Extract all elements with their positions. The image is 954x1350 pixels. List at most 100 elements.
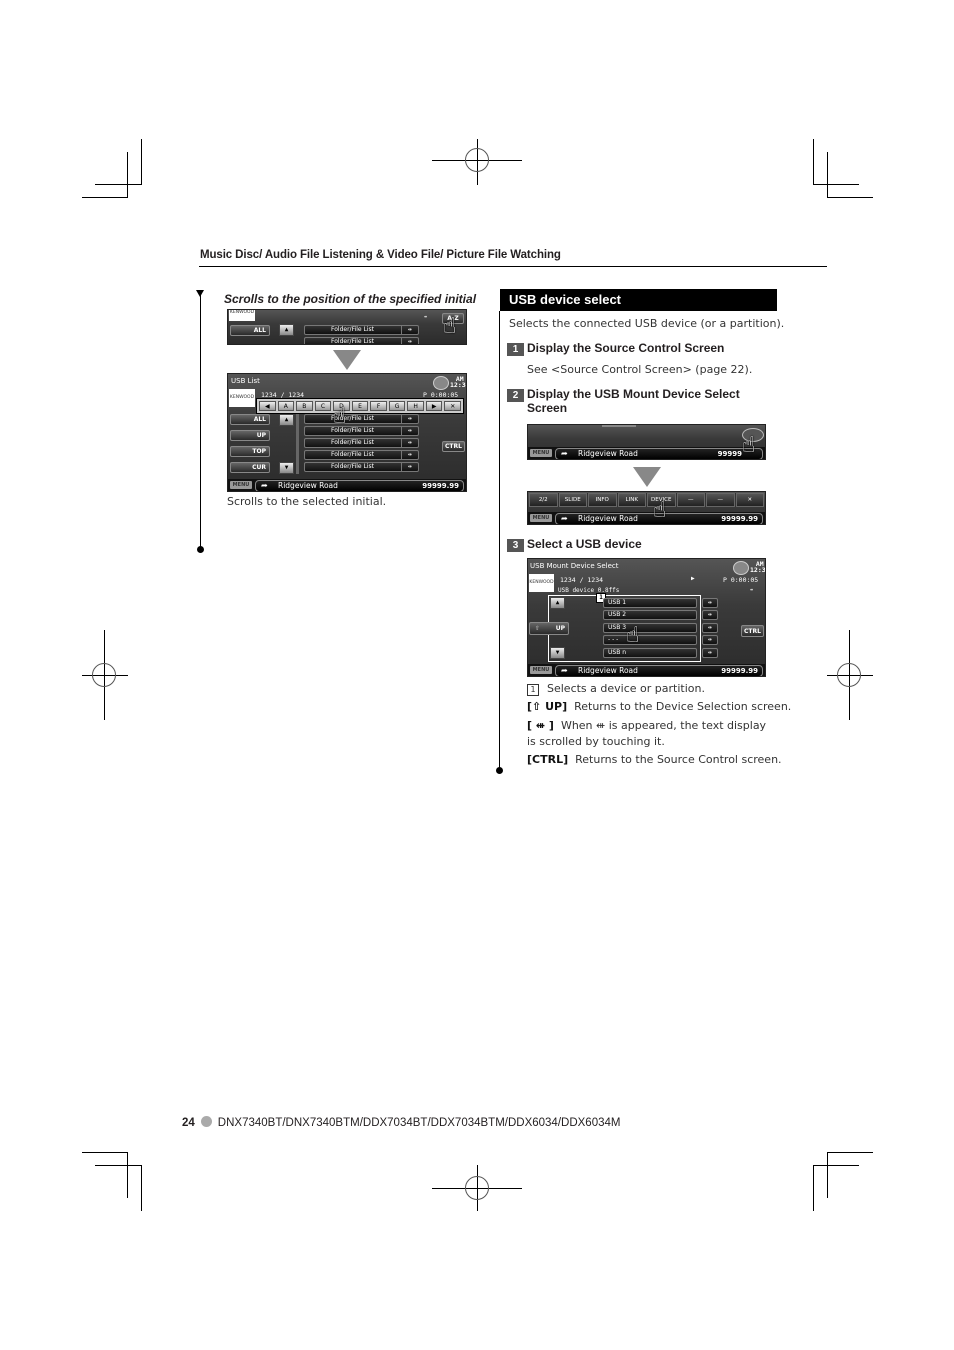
device-item[interactable]: USB 3 (603, 623, 697, 633)
road-name: Ridgeview Road (278, 481, 338, 490)
track-count: 1234 / 1234 (560, 576, 604, 584)
scroll-up-button[interactable]: ▲ (550, 597, 565, 609)
alpha-close-button[interactable]: ✕ (444, 401, 462, 411)
model-list: DNX7340BT/DNX7340BTM/DDX7034BT/DDX7034BT… (217, 1117, 621, 1129)
scroll-text-button[interactable]: ⇺ (702, 610, 718, 620)
clock-icon (433, 376, 449, 390)
touch-hand-icon: ☝ (653, 498, 667, 523)
device-item[interactable]: - - - (603, 635, 697, 645)
device-item[interactable]: USB 1 (603, 598, 697, 608)
menu-button[interactable]: MENU (530, 449, 552, 457)
top-button[interactable]: TOP (230, 446, 270, 457)
tab-indicator (602, 425, 636, 427)
alpha-key-c[interactable]: C (314, 401, 332, 411)
scroll-up-button[interactable]: ▲ (279, 414, 294, 426)
cur-button[interactable]: CUR (230, 462, 270, 473)
all-button[interactable]: ALL (230, 325, 270, 336)
turn-right-icon: ➦ (561, 666, 568, 675)
list-item[interactable]: Folder/File List ⇺ (304, 325, 419, 335)
flow-end-dot-icon (496, 767, 503, 774)
nav-info[interactable]: ➦ Ridgeview Road 99999.99 (255, 480, 464, 491)
device-item[interactable]: USB 2 (603, 610, 697, 620)
alpha-key-a[interactable]: A (277, 401, 295, 411)
list-item[interactable]: Folder/File List ⇺ (304, 414, 419, 424)
device-info: USB device 0.8ffs (558, 587, 620, 594)
step-number: 1 (507, 343, 524, 356)
flow-line (499, 311, 500, 770)
screen-function-bar: 2/2 SLIDE INFO LINK DEVICE — — ✕ MENU ➦ … (527, 491, 766, 525)
alpha-key-h[interactable]: H (407, 401, 424, 411)
play-time: P 0:00:05 (723, 576, 759, 584)
list-item[interactable]: Folder/File List ⇺ (304, 426, 419, 436)
step-number: 2 (507, 389, 524, 402)
description: Scrolls to the selected initial. (227, 495, 387, 508)
nav-info[interactable]: ➦ Ridgeview Road 99999.99 (555, 665, 763, 676)
step-title: Select a USB device (527, 537, 642, 551)
clock: AM12:34 (750, 560, 766, 574)
alphabet-search-bar: ◀ A B C D E F G H ▶ ✕ (256, 398, 464, 414)
turn-right-icon: ➦ (561, 449, 568, 458)
scrollbar[interactable] (296, 414, 299, 474)
alpha-prev-button[interactable]: ◀ (259, 401, 276, 411)
list-item[interactable]: Folder/File List ⇺ (304, 438, 419, 448)
scroll-down-button[interactable]: ▼ (550, 647, 565, 659)
header-rule (199, 266, 827, 267)
screen-title: USB List (231, 377, 260, 385)
scroll-text-button[interactable]: ⇺ (702, 598, 718, 608)
scroll-text-button[interactable]: ⇺ (702, 635, 718, 645)
scroll-text-icon[interactable]: ⇺ (750, 587, 753, 593)
alpha-key-f[interactable]: F (370, 401, 387, 411)
device-item[interactable]: USB n (603, 648, 697, 658)
distance: 99999.99 (721, 667, 758, 675)
ctrl-button[interactable]: CTRL (741, 625, 764, 637)
page-indicator-button[interactable]: 2/2 (529, 493, 558, 507)
distance: 99999 (717, 450, 742, 458)
step-number: 3 (507, 539, 524, 552)
scroll-text-button[interactable]: ⇺ (702, 648, 718, 658)
arrow-down-icon (333, 350, 361, 370)
alpha-key-e[interactable]: E (351, 401, 369, 411)
scroll-up-button[interactable]: ▲ (279, 324, 294, 336)
step-detail: See <Source Control Screen> (page 22). (527, 363, 753, 376)
all-button[interactable]: ALL (230, 414, 270, 425)
flow-line (200, 295, 201, 548)
intro-text: Selects the connected USB device (or a p… (509, 317, 785, 330)
menu-button[interactable]: MENU (230, 481, 252, 489)
touch-hand-icon: ☝ (626, 623, 640, 648)
turn-right-icon: ➦ (261, 481, 268, 490)
list-item[interactable]: Folder/File List ⇺ (304, 462, 419, 472)
list-item[interactable]: Folder/File List ⇺ (304, 337, 419, 344)
note-item: [ ⇺ ] When ⇺ is appeared, the text displ… (527, 719, 767, 748)
up-button[interactable]: ⇧ UP (529, 622, 569, 635)
up-arrow-icon: ⇧ (535, 625, 541, 632)
ctrl-button[interactable]: CTRL (442, 441, 465, 452)
turn-right-icon: ➦ (561, 514, 568, 523)
screen-list-partial: KENWOOD ⇺ A-Z ALL ▲ Folder/File List ⇺ Fo… (227, 309, 467, 345)
step-caption: Scrolls to the position of the specified… (224, 292, 477, 306)
alpha-key-g[interactable]: G (388, 401, 406, 411)
nav-info[interactable]: ➦ Ridgeview Road 99999 (555, 448, 763, 459)
note-item: [CTRL] Returns to the Source Control scr… (527, 753, 782, 766)
empty-button[interactable]: — (676, 493, 705, 507)
slide-button[interactable]: SLIDE (558, 493, 587, 507)
close-button[interactable]: ✕ (735, 493, 764, 507)
list-item[interactable]: Folder/File List ⇺ (304, 450, 419, 460)
link-button[interactable]: LINK (617, 493, 646, 507)
info-button[interactable]: INFO (588, 493, 617, 507)
scroll-down-button[interactable]: ▼ (279, 462, 294, 474)
scroll-text-icon: ⇺ (424, 314, 428, 320)
arrow-down-icon (633, 467, 661, 487)
touch-hand-icon: ☝ (742, 433, 756, 458)
empty-button[interactable]: — (706, 493, 735, 507)
alpha-next-button[interactable]: ▶ (425, 401, 443, 411)
function-bar: 2/2 SLIDE INFO LINK DEVICE — — ✕ (529, 493, 764, 507)
touch-hand-icon: ☝ (333, 404, 347, 429)
road-name: Ridgeview Road (578, 449, 638, 458)
kenwood-logo: KENWOOD (229, 310, 255, 321)
menu-button[interactable]: MENU (530, 514, 552, 522)
up-button[interactable]: UP (230, 430, 270, 441)
menu-button[interactable]: MENU (530, 666, 552, 674)
nav-bar: MENU ➦ Ridgeview Road 99999.99 (528, 664, 765, 676)
alpha-key-b[interactable]: B (296, 401, 313, 411)
scroll-text-button[interactable]: ⇺ (702, 623, 718, 633)
